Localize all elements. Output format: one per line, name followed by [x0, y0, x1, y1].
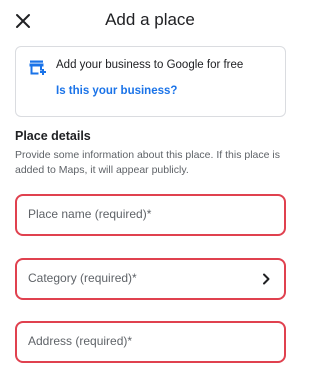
category-field[interactable]: Category (required)* — [15, 258, 286, 300]
place-name-placeholder: Place name (required)* — [28, 207, 152, 221]
business-promo-card: Add your business to Google for free Is … — [15, 46, 286, 117]
header-bar: Add a place — [0, 0, 300, 40]
address-field[interactable]: Address (required)* — [15, 321, 286, 363]
category-placeholder: Category (required)* — [28, 271, 137, 285]
section-description: Provide some information about this plac… — [15, 149, 280, 176]
chevron-right-icon — [263, 273, 270, 285]
promo-text: Add your business to Google for free — [56, 59, 244, 71]
place-name-field[interactable]: Place name (required)* — [15, 194, 286, 236]
storefront-icon — [28, 58, 48, 78]
page-title: Add a place — [105, 10, 195, 29]
address-placeholder: Address (required)* — [28, 334, 133, 348]
section-title: Place details — [15, 129, 91, 143]
claim-business-link[interactable]: Is this your business? — [56, 85, 177, 97]
